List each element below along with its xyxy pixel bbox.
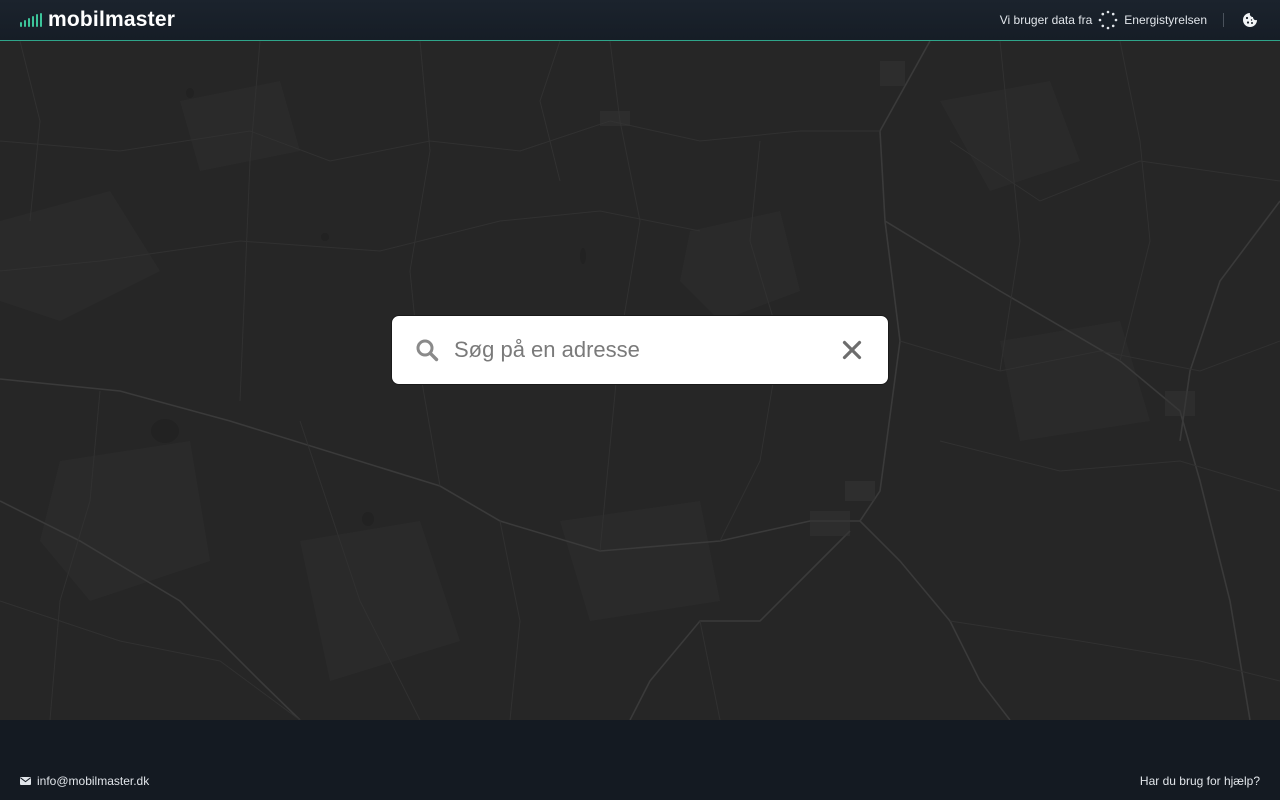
footer: info@mobilmaster.dk Har du brug for hjæl…	[0, 720, 1280, 800]
data-source: Vi bruger data fra Energistyrelsen	[1000, 10, 1260, 30]
data-source-name[interactable]: Energistyrelsen	[1124, 13, 1207, 27]
close-icon	[842, 340, 862, 360]
data-source-prefix: Vi bruger data fra	[999, 13, 1093, 27]
envelope-icon	[20, 777, 31, 785]
top-bar: mobilmaster Vi bruger data fra Energisty…	[0, 0, 1280, 41]
footer-contact: info@mobilmaster.dk	[20, 774, 149, 788]
sun-dots-icon	[1098, 10, 1118, 30]
header-divider	[1223, 13, 1224, 27]
brand-name: mobilmaster	[48, 8, 176, 31]
clear-search-button[interactable]	[840, 338, 864, 362]
brand-logo[interactable]: mobilmaster	[20, 0, 175, 40]
address-search	[391, 315, 889, 385]
cookie-settings-button[interactable]	[1240, 10, 1260, 30]
cookie-icon	[1243, 13, 1257, 27]
signal-bars-icon	[20, 13, 42, 27]
contact-email-link[interactable]: info@mobilmaster.dk	[37, 774, 149, 788]
help-link[interactable]: Har du brug for hjælp?	[1140, 774, 1260, 788]
search-input[interactable]	[454, 337, 830, 363]
search-icon[interactable]	[414, 337, 440, 363]
